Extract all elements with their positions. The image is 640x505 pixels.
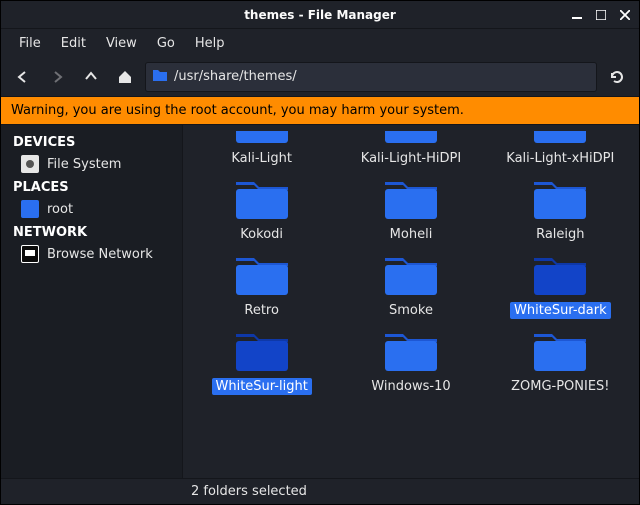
statusbar: 2 folders selected [1,478,639,504]
folder-item[interactable]: WhiteSur-dark [488,249,633,319]
folder-item[interactable]: Kokodi [189,173,334,243]
sidebar-item-label: File System [47,157,121,172]
folder-icon [232,131,292,147]
sidebar-head-places: PLACES [1,176,182,197]
reload-button[interactable] [603,63,631,91]
folder-label: Moheli [386,226,437,243]
up-button[interactable] [77,63,105,91]
folder-icon [530,177,590,223]
folder-label: Raleigh [532,226,588,243]
folder-view[interactable]: Kali-Light Kali-Light-HiDPI Kali-Light-xHi… [183,125,639,478]
sidebar-item-browse-network[interactable]: Browse Network [1,242,182,266]
folder-label: Kali-Light-HiDPI [357,150,465,167]
forward-button[interactable] [43,63,71,91]
status-text: 2 folders selected [191,484,307,499]
folder-item[interactable]: Kali-Light-xHiDPI [488,127,633,167]
folder-item[interactable]: Raleigh [488,173,633,243]
disk-icon [21,155,39,173]
path-input[interactable]: /usr/share/themes/ [145,62,597,92]
menu-help[interactable]: Help [187,32,233,55]
folder-icon [232,253,292,299]
sidebar-head-network: NETWORK [1,221,182,242]
network-icon [21,245,39,263]
sidebar-item-label: root [47,202,73,217]
folder-icon [530,253,590,299]
menu-edit[interactable]: Edit [53,32,94,55]
folder-label: Windows-10 [367,378,454,395]
folder-icon [381,177,441,223]
folder-label: Kokodi [236,226,287,243]
minimize-icon[interactable] [569,7,585,23]
back-button[interactable] [9,63,37,91]
folder-item[interactable]: Kali-Light [189,127,334,167]
folder-label: WhiteSur-light [212,378,312,395]
maximize-icon[interactable] [593,7,609,23]
folder-icon [381,131,441,147]
folder-icon [152,68,168,86]
path-text: /usr/share/themes/ [174,69,590,84]
folder-item[interactable]: WhiteSur-light [189,325,334,395]
folder-icon [530,131,590,147]
folder-item[interactable]: Windows-10 [338,325,483,395]
sidebar: DEVICES File System PLACES root NETWORK … [1,125,183,478]
window-title: themes - File Manager [244,8,396,22]
folder-icon [381,253,441,299]
folder-item[interactable]: ZOMG-PONIES! [488,325,633,395]
close-icon[interactable] [617,7,633,23]
menu-view[interactable]: View [98,32,145,55]
folder-label: Smoke [385,302,437,319]
folder-item[interactable]: Smoke [338,249,483,319]
folder-label: Retro [240,302,283,319]
folder-label: Kali-Light-xHiDPI [502,150,618,167]
toolbar: /usr/share/themes/ [1,57,639,97]
folder-label: WhiteSur-dark [510,302,611,319]
sidebar-item-label: Browse Network [47,247,153,262]
titlebar: themes - File Manager [1,1,639,29]
warning-banner: Warning, you are using the root account,… [1,97,639,125]
folder-icon [530,329,590,375]
folder-icon [232,177,292,223]
folder-icon [232,329,292,375]
folder-item[interactable]: Retro [189,249,334,319]
menu-file[interactable]: File [11,32,49,55]
folder-label: Kali-Light [227,150,296,167]
folder-icon [381,329,441,375]
folder-label: ZOMG-PONIES! [507,378,613,395]
home-button[interactable] [111,63,139,91]
folder-icon [21,200,39,218]
sidebar-item-filesystem[interactable]: File System [1,152,182,176]
menu-go[interactable]: Go [149,32,183,55]
sidebar-item-root[interactable]: root [1,197,182,221]
folder-item[interactable]: Moheli [338,173,483,243]
sidebar-head-devices: DEVICES [1,131,182,152]
window-controls [569,1,633,29]
folder-item[interactable]: Kali-Light-HiDPI [338,127,483,167]
menubar: File Edit View Go Help [1,29,639,57]
